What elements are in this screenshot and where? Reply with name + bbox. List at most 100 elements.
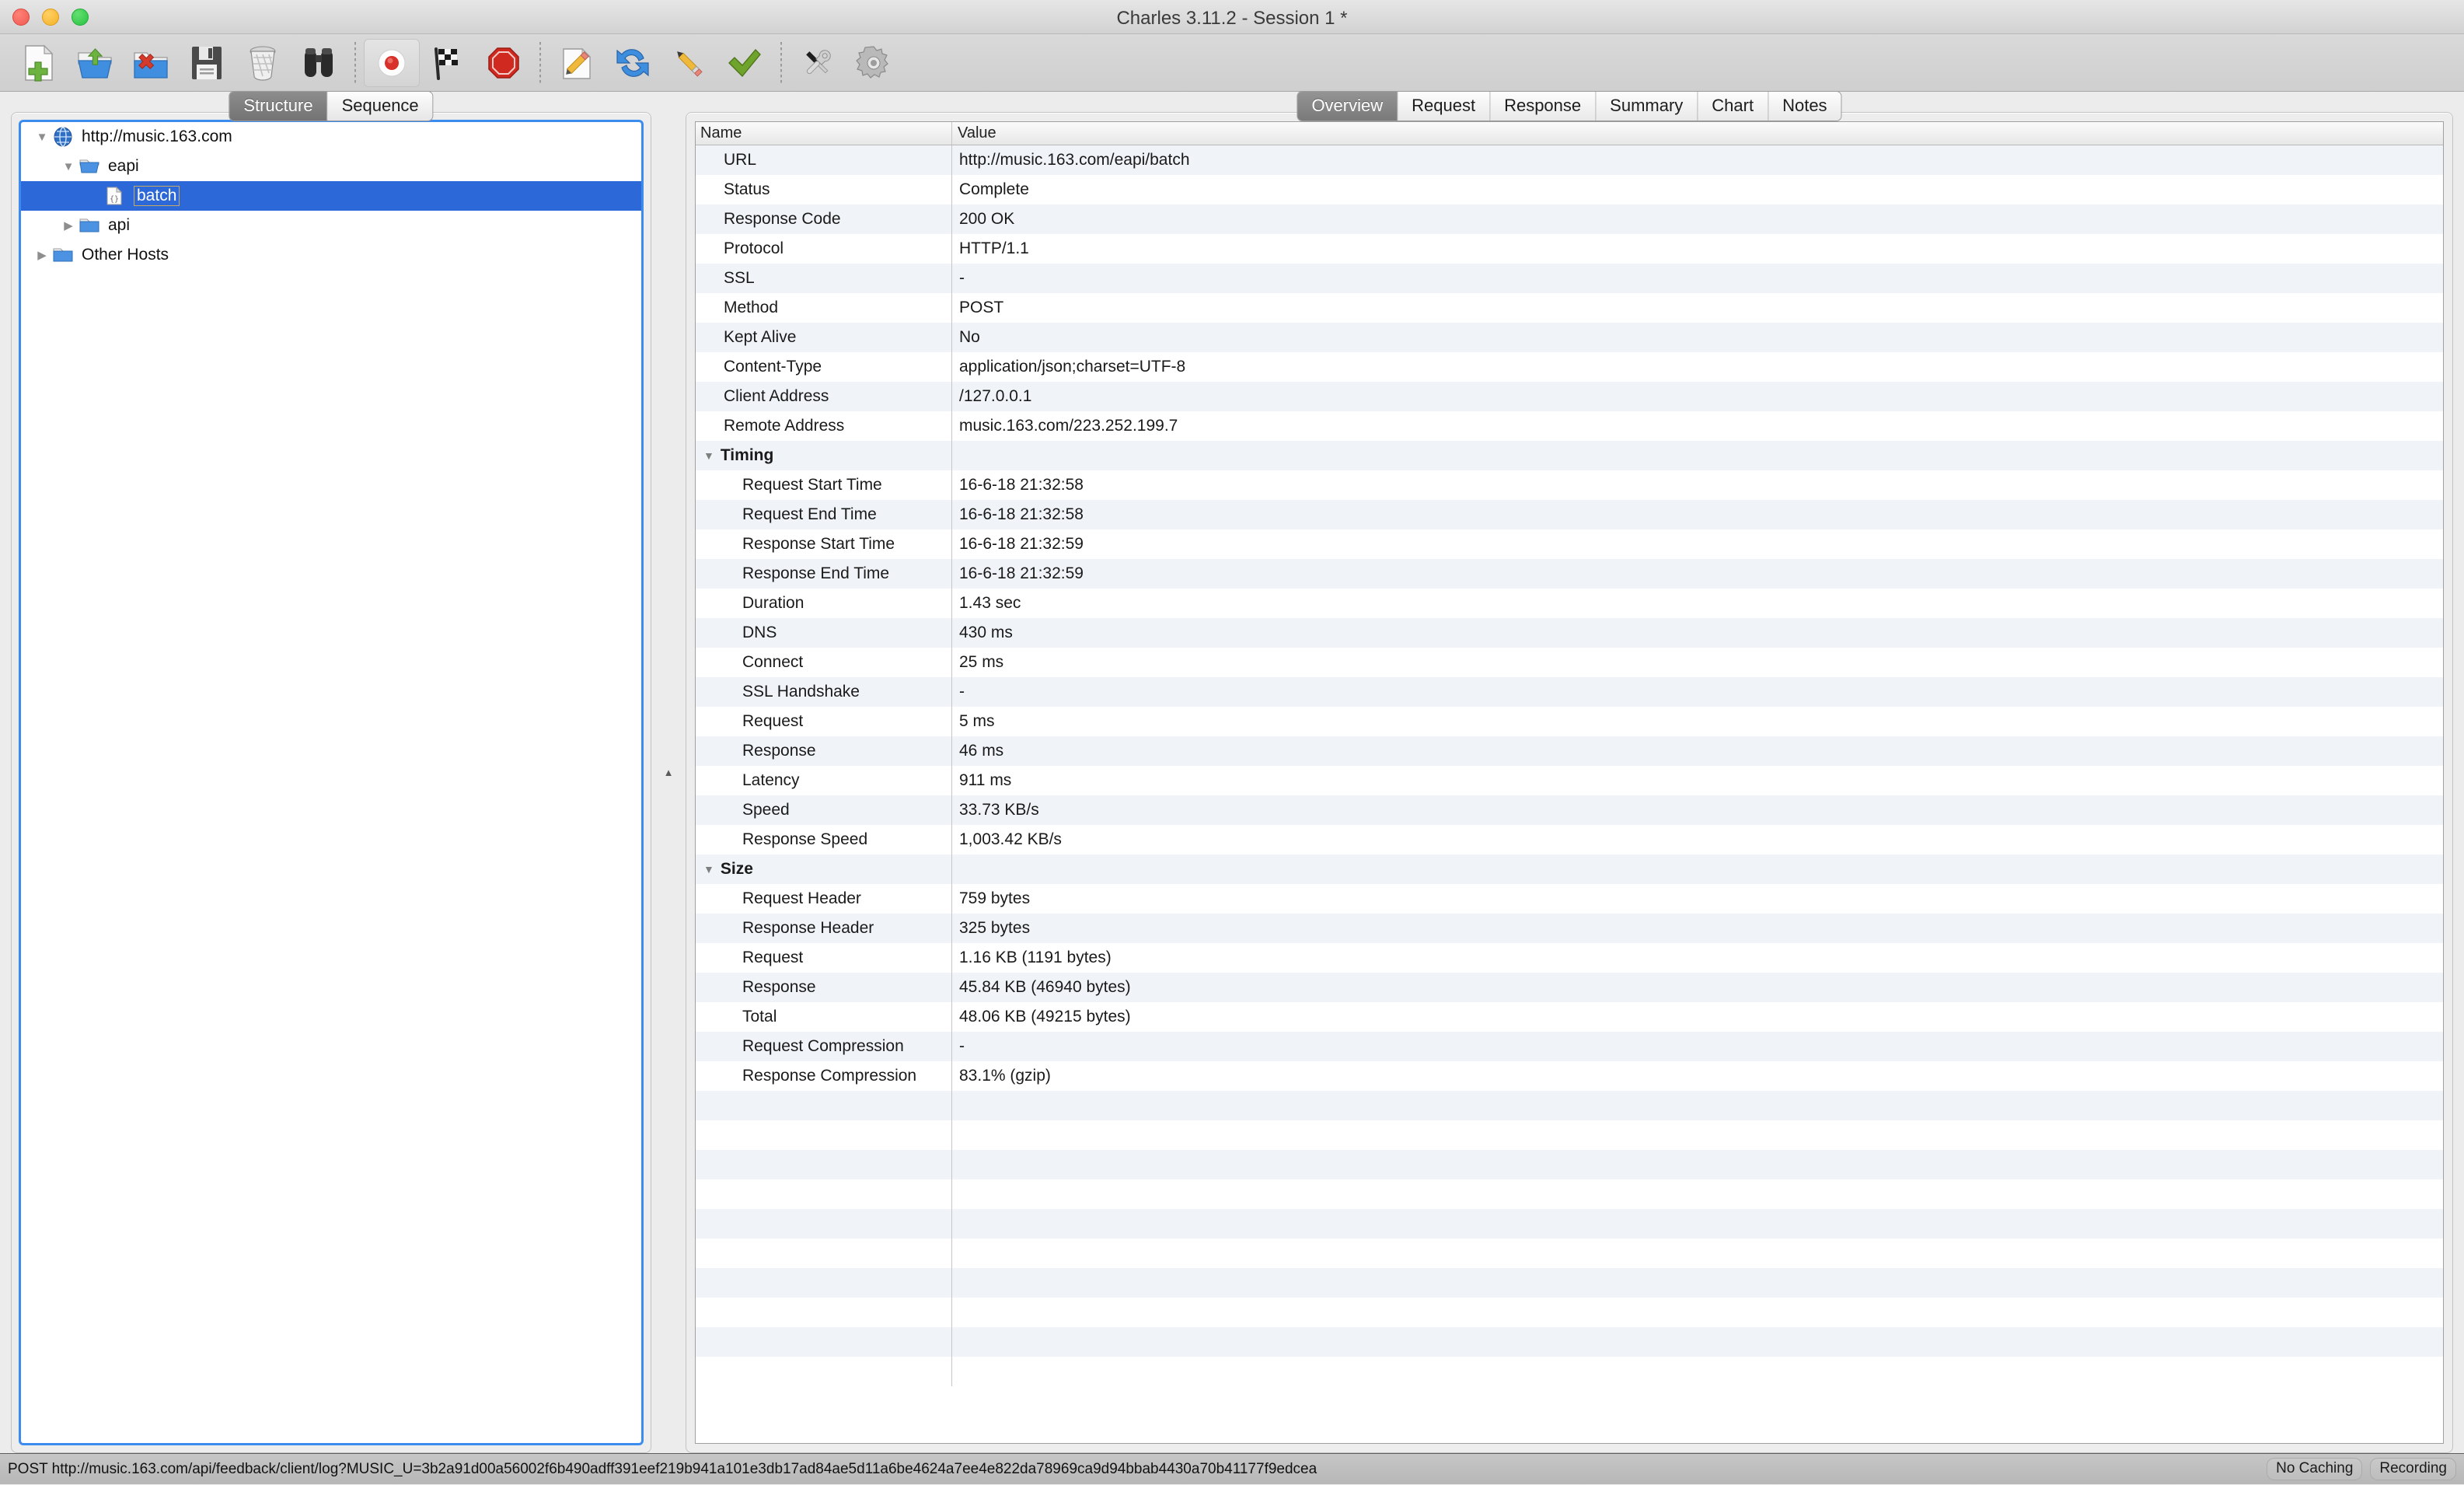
tab-overview[interactable]: Overview — [1297, 92, 1398, 121]
table-row[interactable]: Status Complete — [696, 175, 2443, 204]
cell-value — [952, 1327, 2443, 1357]
tree-item-other-hosts[interactable]: ▶ Other Hosts — [21, 240, 641, 270]
repeat-icon[interactable] — [605, 39, 661, 87]
disclosure-triangle-down-icon[interactable]: ▼ — [32, 131, 52, 144]
close-session-icon[interactable] — [123, 39, 179, 87]
validate-icon[interactable] — [717, 39, 773, 87]
compose-icon[interactable] — [549, 39, 605, 87]
cell-name: Client Address — [696, 382, 952, 411]
cell-name-text: DNS — [742, 624, 777, 641]
tree-item-batch[interactable]: ▶ {} batch — [21, 181, 641, 211]
clear-session-icon[interactable] — [235, 39, 291, 87]
disclosure-triangle-right-icon[interactable]: ▶ — [32, 248, 52, 262]
open-session-icon[interactable] — [67, 39, 123, 87]
cell-name: SSL Handshake — [696, 677, 952, 707]
new-session-icon[interactable] — [11, 39, 67, 87]
table-row[interactable]: Request Start Time 16-6-18 21:32:58 — [696, 470, 2443, 500]
table-row[interactable]: Request 1.16 KB (1191 bytes) — [696, 943, 2443, 973]
disclosure-triangle-down-icon[interactable]: ▼ — [703, 863, 714, 875]
cell-value — [952, 854, 2443, 884]
table-row[interactable]: Request 5 ms — [696, 707, 2443, 736]
tab-request[interactable]: Request — [1398, 92, 1491, 121]
no-caching-indicator[interactable]: No Caching — [2267, 1458, 2363, 1480]
cell-name — [696, 1209, 952, 1239]
collapse-up-icon[interactable]: ▲ — [658, 763, 679, 783]
table-row[interactable]: Response Code 200 OK — [696, 204, 2443, 234]
breakpoints-icon[interactable] — [476, 39, 532, 87]
table-row[interactable]: SSL Handshake - — [696, 677, 2443, 707]
column-header-name[interactable]: Name — [696, 122, 952, 145]
cell-name-text: Status — [724, 180, 770, 198]
table-row[interactable]: Kept Alive No — [696, 323, 2443, 352]
table-row[interactable]: Protocol HTTP/1.1 — [696, 234, 2443, 264]
tab-response[interactable]: Response — [1490, 92, 1597, 121]
edit-icon[interactable] — [661, 39, 717, 87]
table-row[interactable]: Request End Time 16-6-18 21:32:58 — [696, 500, 2443, 529]
table-row[interactable]: URL http://music.163.com/eapi/batch — [696, 145, 2443, 175]
table-row[interactable]: Connect 25 ms — [696, 648, 2443, 677]
column-header-value[interactable]: Value — [952, 122, 2443, 145]
pane-splitter[interactable]: ▲ — [651, 92, 686, 1453]
table-row[interactable]: Response Speed 1,003.42 KB/s — [696, 825, 2443, 854]
tab-summary[interactable]: Summary — [1596, 92, 1698, 121]
tools-icon[interactable] — [790, 39, 846, 87]
table-row[interactable]: Response End Time 16-6-18 21:32:59 — [696, 559, 2443, 589]
table-row[interactable]: Remote Address music.163.com/223.252.199.… — [696, 411, 2443, 441]
table-row — [696, 1357, 2443, 1386]
record-icon[interactable] — [364, 38, 420, 87]
cell-name-text: Request End Time — [742, 505, 877, 523]
cell-value — [952, 1268, 2443, 1298]
cell-value — [952, 1150, 2443, 1179]
recording-indicator[interactable]: Recording — [2370, 1458, 2456, 1480]
table-row[interactable]: DNS 430 ms — [696, 618, 2443, 648]
cell-name: ▼ Size — [696, 854, 952, 884]
tab-structure[interactable]: Structure — [229, 92, 328, 121]
table-row[interactable]: Latency 911 ms — [696, 766, 2443, 795]
disclosure-triangle-right-icon[interactable]: ▶ — [58, 218, 79, 232]
detail-tabbar: Overview Request Response Summary Chart … — [1297, 92, 1841, 121]
tree-scroll-area[interactable]: ▼ http://music.163.com ▼ eapi {} batch ▶… — [21, 122, 641, 1443]
table-row[interactable]: SSL - — [696, 264, 2443, 293]
disclosure-triangle-down-icon[interactable]: ▼ — [703, 449, 714, 462]
table-row[interactable]: Response Header 325 bytes — [696, 914, 2443, 943]
tab-sequence[interactable]: Sequence — [327, 92, 433, 121]
table-row[interactable]: Speed 33.73 KB/s — [696, 795, 2443, 825]
table-row[interactable]: Response Start Time 16-6-18 21:32:59 — [696, 529, 2443, 559]
tree-item-eapi[interactable]: ▼ eapi — [21, 152, 641, 181]
table-row[interactable]: Method POST — [696, 293, 2443, 323]
table-row[interactable]: Content-Type application/json;charset=UTF… — [696, 352, 2443, 382]
cell-value — [952, 1091, 2443, 1120]
table-row[interactable]: Response 45.84 KB (46940 bytes) — [696, 973, 2443, 1002]
find-icon[interactable] — [291, 39, 347, 87]
throttle-icon[interactable] — [420, 39, 476, 87]
cell-value: /127.0.0.1 — [959, 387, 1032, 405]
cell-value: 1.43 sec — [959, 594, 1021, 612]
table-row[interactable]: Duration 1.43 sec — [696, 589, 2443, 618]
tree-item-api[interactable]: ▶ api — [21, 211, 641, 240]
cell-name-text: Response — [742, 978, 816, 996]
table-row[interactable]: Client Address/127.0.0.1 — [696, 382, 2443, 411]
cell-name — [696, 1327, 952, 1357]
json-file-icon: {} — [105, 186, 128, 206]
settings-icon[interactable] — [846, 39, 902, 87]
table-row[interactable]: Request Header 759 bytes — [696, 884, 2443, 914]
cell-name: Content-Type — [696, 352, 952, 382]
tab-notes[interactable]: Notes — [1768, 92, 1841, 121]
cell-value: 200 OK — [959, 210, 1015, 228]
disclosure-triangle-down-icon[interactable]: ▼ — [58, 160, 79, 173]
table-row[interactable]: Total 48.06 KB (49215 bytes) — [696, 1002, 2443, 1032]
table-row[interactable]: Request Compression - — [696, 1032, 2443, 1061]
cell-name: Request Header — [696, 884, 952, 914]
cell-name-text: Response — [742, 742, 816, 760]
table-row[interactable]: Response 46 ms — [696, 736, 2443, 766]
save-session-icon[interactable] — [179, 39, 235, 87]
cell-name-text: Response Start Time — [742, 535, 895, 553]
cell-name: Request End Time — [696, 500, 952, 529]
tab-chart[interactable]: Chart — [1698, 92, 1769, 121]
cell-name: Request — [696, 943, 952, 973]
table-group-row[interactable]: ▼ Timing — [696, 441, 2443, 470]
table-group-row[interactable]: ▼ Size — [696, 854, 2443, 884]
cell-name-text: Response End Time — [742, 564, 890, 582]
table-row[interactable]: Response Compression 83.1% (gzip) — [696, 1061, 2443, 1091]
tree-item-host[interactable]: ▼ http://music.163.com — [21, 122, 641, 152]
